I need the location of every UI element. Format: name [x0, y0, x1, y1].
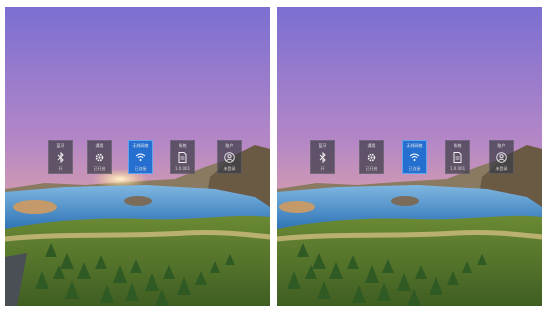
- account-icon: [496, 151, 508, 163]
- island-center: [391, 196, 419, 206]
- tile-label: 蓝牙: [318, 143, 327, 148]
- island-center: [124, 196, 152, 206]
- wifi-tile[interactable]: 无线网络 已连接: [128, 140, 153, 174]
- document-icon: [177, 151, 189, 163]
- wifi-icon: [135, 151, 147, 163]
- tile-status: 已连接: [408, 166, 421, 171]
- island-left: [13, 200, 57, 214]
- bluetooth-tile[interactable]: 蓝牙 开: [48, 140, 73, 174]
- bluetooth-icon: [55, 151, 67, 163]
- tile-status: 未登录: [223, 166, 236, 171]
- tile-status: 未登录: [495, 166, 508, 171]
- account-tile[interactable]: 账户 未登录: [489, 140, 514, 174]
- account-icon: [224, 151, 236, 163]
- island-left: [279, 201, 315, 213]
- settings-tile[interactable]: 通用 已开启: [87, 140, 112, 174]
- account-tile[interactable]: 账户 未登录: [217, 140, 242, 174]
- tile-label: 系统: [453, 143, 462, 148]
- wifi-tile[interactable]: 无线网络 已连接: [402, 140, 427, 174]
- tile-label: 通用: [95, 143, 104, 148]
- tile-label: 账户: [225, 143, 234, 148]
- settings-gear-icon: [94, 151, 106, 163]
- tile-status: 已连接: [134, 166, 147, 171]
- bluetooth-icon: [317, 151, 329, 163]
- tile-label: 系统: [178, 143, 187, 148]
- settings-tile[interactable]: 通用 已开启: [359, 140, 384, 174]
- tile-label: 无线网络: [132, 143, 149, 148]
- wifi-icon: [409, 151, 421, 163]
- document-icon: [452, 151, 464, 163]
- tile-status: 1.0.001: [449, 166, 466, 171]
- system-tile[interactable]: 系统 1.0.001: [445, 140, 470, 174]
- tile-label: 无线网络: [406, 143, 423, 148]
- bluetooth-tile[interactable]: 蓝牙 开: [310, 140, 335, 174]
- settings-gear-icon: [366, 151, 378, 163]
- tile-label: 通用: [367, 143, 376, 148]
- tile-status: 1.0.001: [174, 166, 191, 171]
- tile-label: 账户: [497, 143, 506, 148]
- tile-status: 已开启: [365, 166, 378, 171]
- system-tile[interactable]: 系统 1.0.001: [170, 140, 195, 174]
- tile-label: 蓝牙: [56, 143, 65, 148]
- tile-status: 已开启: [93, 166, 106, 171]
- tile-status: 开: [58, 166, 63, 171]
- tile-status: 开: [320, 166, 325, 171]
